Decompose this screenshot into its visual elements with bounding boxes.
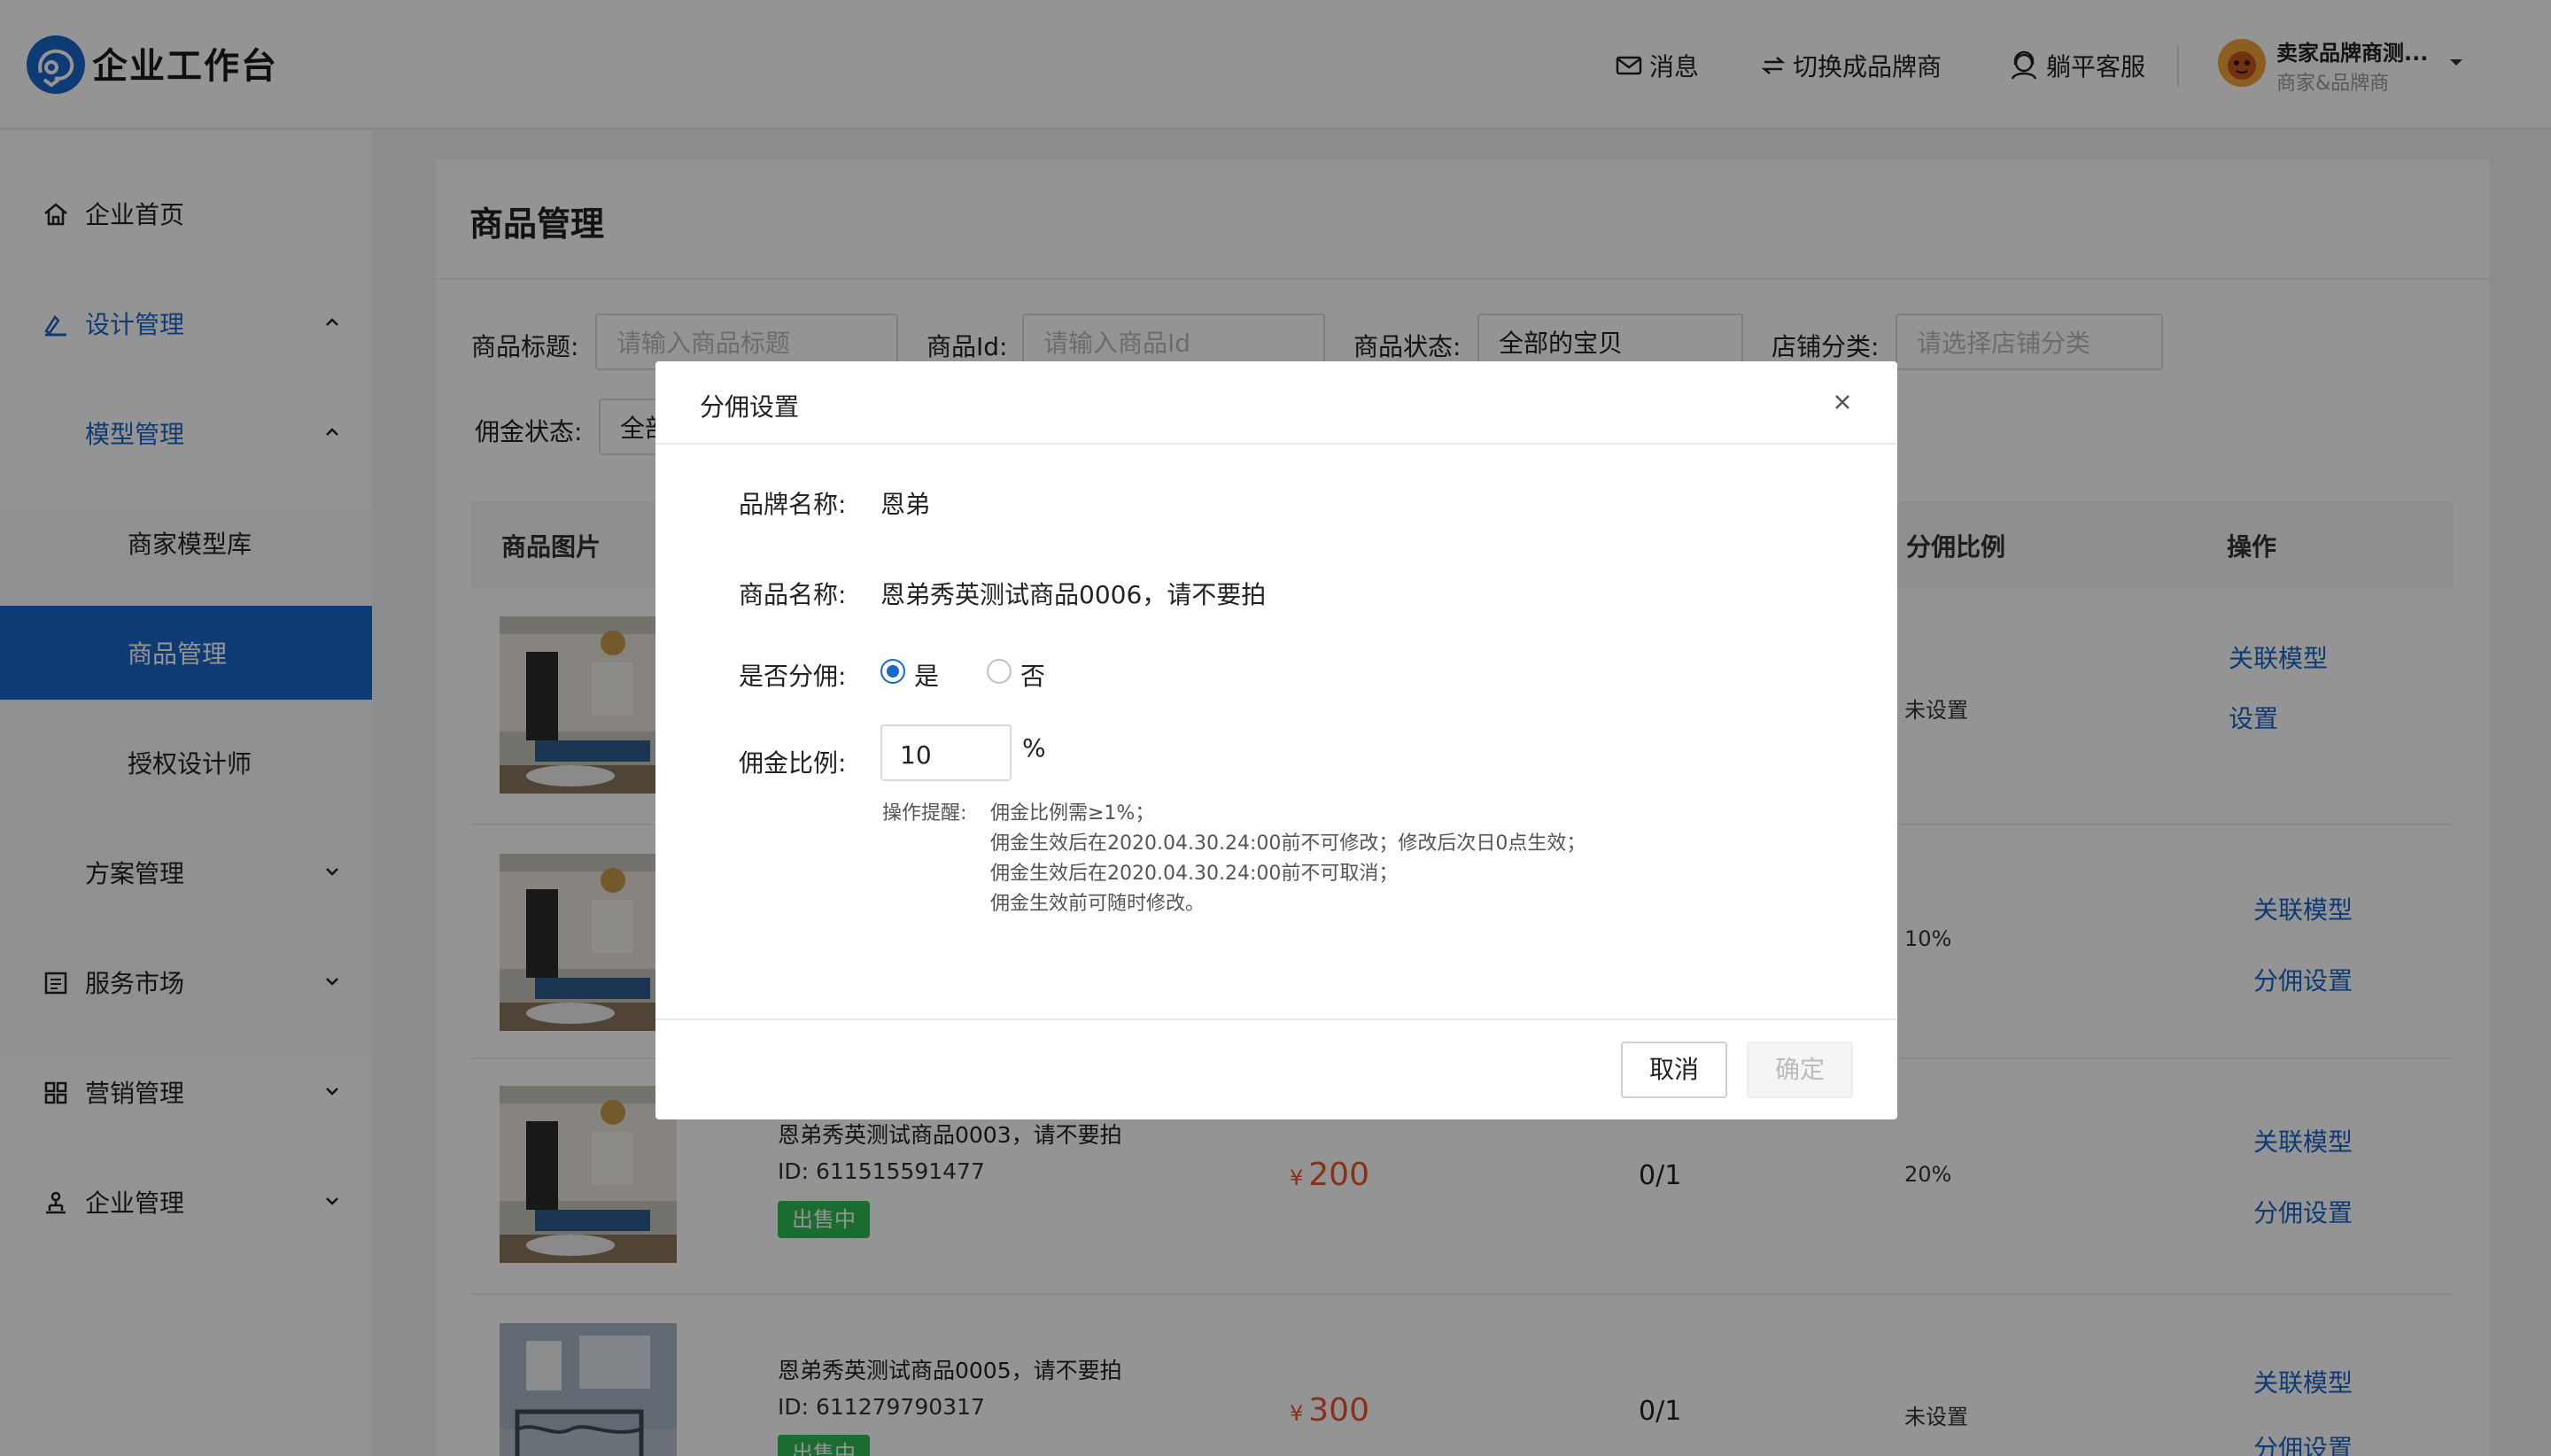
tip-line: 佣金生效前可随时修改。 (990, 893, 1206, 915)
rate-label: 佣金比例: (739, 748, 847, 778)
product-name-label: 商品名称: (739, 580, 847, 609)
commission-settings-dialog: 分佣设置 品牌名称: 恩弟 商品名称: 恩弟秀英测试商品0006，请不要拍 是否… (655, 361, 1897, 1119)
split-label: 是否分佣: (739, 662, 847, 691)
tip-line: 佣金比例需≥1%； (990, 802, 1155, 825)
dialog-footer-divider (655, 1018, 1897, 1020)
radio-yes-label[interactable]: 是 (914, 657, 939, 693)
brand-name-value: 恩弟 (880, 490, 931, 519)
confirm-button[interactable]: 确定 (1747, 1042, 1853, 1098)
tip-line: 佣金生效后在2020.04.30.24:00前不可取消； (990, 863, 1399, 885)
radio-no-label[interactable]: 否 (1020, 657, 1045, 693)
radio-yes[interactable] (880, 659, 905, 684)
cancel-button[interactable]: 取消 (1621, 1042, 1727, 1098)
commission-rate-input[interactable]: 10 (880, 724, 1012, 781)
dialog-title: 分佣设置 (700, 392, 800, 422)
rate-unit: % (1022, 733, 1046, 763)
product-name-value: 恩弟秀英测试商品0006，请不要拍 (880, 580, 1267, 609)
close-icon[interactable] (1826, 386, 1858, 418)
tip-title: 操作提醒: (882, 802, 967, 825)
tip-line: 佣金生效后在2020.04.30.24:00前不可修改；修改后次日0点生效； (990, 833, 1586, 855)
radio-no[interactable] (987, 659, 1012, 684)
brand-name-label: 品牌名称: (739, 490, 847, 519)
dialog-header: 分佣设置 (655, 361, 1897, 445)
